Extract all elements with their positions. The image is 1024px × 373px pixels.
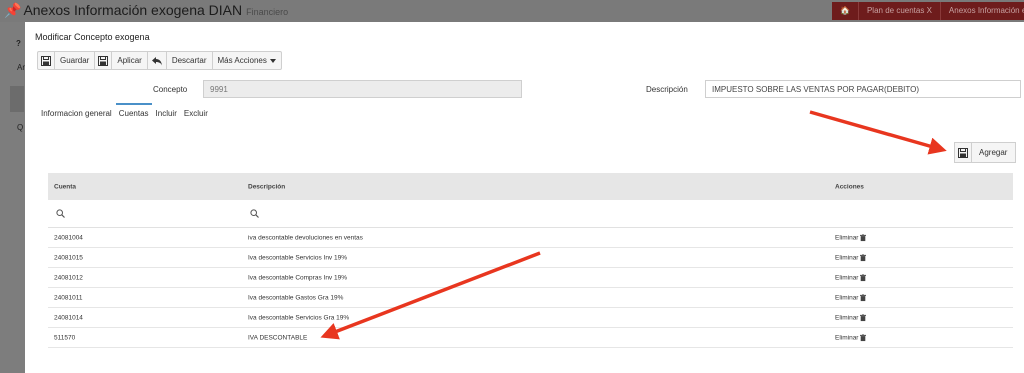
toolbar: Guardar Aplicar Descartar Más Acciones [37, 51, 282, 70]
delete-button[interactable]: Eliminar [835, 333, 867, 342]
modal-title: Modificar Concepto exogena [35, 32, 150, 42]
breadcrumb: 🏠 Plan de cuentas X Anexos Información e… [832, 2, 1024, 20]
search-icon[interactable] [250, 209, 259, 218]
side-block [10, 86, 24, 112]
add-button-label: Agregar [979, 148, 1008, 157]
trash-icon [860, 253, 867, 261]
undo-icon [151, 56, 162, 65]
concepto-label: Concepto [153, 85, 188, 94]
floppy-icon [955, 143, 972, 162]
delete-label: Eliminar [835, 254, 859, 262]
tab-excluir[interactable]: Excluir [184, 109, 208, 118]
modal-dialog: Modificar Concepto exogena Guardar Aplic… [25, 22, 1024, 373]
discard-button[interactable]: Descartar [167, 52, 213, 69]
search-icon[interactable] [56, 209, 65, 218]
app-header: 📌 Anexos Información exogena DIAN Financie… [0, 0, 1024, 22]
table-row[interactable]: 24081014 Iva descontable Servicios Gra 19… [48, 308, 1013, 328]
delete-button[interactable]: Eliminar [835, 313, 867, 322]
header-descripcion[interactable]: Descripción [248, 183, 285, 190]
descripcion-field[interactable]: IMPUESTO SOBRE LAS VENTAS POR PAGAR(DEBI… [705, 80, 1021, 98]
caret-down-icon [269, 58, 276, 63]
search-icon: Q [17, 123, 24, 132]
save-icon-button[interactable] [38, 52, 55, 69]
help-icon: ? [16, 39, 21, 48]
cell-cuenta: 24081004 [54, 234, 83, 241]
cell-descripcion: IVA DESCONTABLE [248, 334, 308, 341]
concepto-field[interactable]: 9991 [203, 80, 522, 98]
floppy-icon [41, 55, 51, 66]
undo-icon-button[interactable] [148, 52, 167, 69]
delete-label: Eliminar [835, 234, 859, 242]
background-sidebar: ? An Q [0, 22, 27, 373]
floppy-icon [98, 55, 109, 66]
table-row[interactable]: 511570 IVA DESCONTABLE Eliminar [48, 328, 1013, 348]
add-button[interactable]: Agregar [954, 142, 1017, 163]
delete-label: Eliminar [835, 294, 859, 302]
tab-cuentas[interactable]: Cuentas [115, 103, 152, 118]
cell-descripcion: iva descontable devoluciones en ventas [248, 234, 363, 241]
cell-descripcion: Iva descontable Servicios Inv 19% [248, 254, 347, 261]
trash-icon [860, 233, 867, 241]
apply-icon-button[interactable] [95, 52, 113, 69]
tab-informacion-general[interactable]: Informacion general [41, 109, 112, 118]
tabs: Informacion general Cuentas Incluir Excl… [41, 103, 215, 118]
cell-descripcion: Iva descontable Compras Inv 19% [248, 274, 347, 281]
table-row[interactable]: 24081012 Iva descontable Compras Inv 19% E… [48, 268, 1013, 288]
apply-button[interactable]: Aplicar [112, 52, 148, 69]
breadcrumb-plan-cuentas[interactable]: Plan de cuentas X [858, 2, 941, 20]
accounts-table: Cuenta Descripción Acciones 24081004 iva … [48, 173, 1013, 348]
trash-icon [860, 333, 867, 341]
delete-button[interactable]: Eliminar [835, 293, 867, 302]
delete-button[interactable]: Eliminar [835, 253, 867, 262]
descripcion-label: Descripción [646, 85, 688, 94]
trash-icon [860, 273, 867, 281]
filter-row [48, 200, 1013, 228]
delete-label: Eliminar [835, 334, 859, 342]
table-row[interactable]: 24081015 Iva descontable Servicios Inv 19… [48, 248, 1013, 268]
cell-descripcion: Iva descontable Servicios Gra 19% [248, 314, 350, 321]
header-acciones: Acciones [835, 183, 864, 190]
cell-cuenta: 24081012 [54, 274, 83, 281]
cell-cuenta: 24081014 [54, 314, 83, 321]
app-subtitle: Financiero [246, 7, 289, 17]
delete-button[interactable]: Eliminar [835, 273, 867, 282]
cell-cuenta: 24081015 [54, 254, 83, 261]
breadcrumb-anexos[interactable]: Anexos Información exogena [940, 2, 1024, 20]
table-header: Cuenta Descripción Acciones [48, 173, 1013, 200]
cell-descripcion: Iva descontable Gastos Gra 19% [248, 294, 344, 301]
more-actions-button[interactable]: Más Acciones [213, 52, 281, 69]
pin-icon: 📌 [4, 2, 22, 18]
table-body: 24081004 iva descontable devoluciones en … [48, 228, 1013, 348]
table-row[interactable]: 24081011 Iva descontable Gastos Gra 19% El… [48, 288, 1013, 308]
trash-icon [860, 313, 867, 321]
app-title: 📌 Anexos Información exogena DIAN Financie… [4, 2, 289, 18]
header-cuenta[interactable]: Cuenta [54, 183, 76, 190]
delete-label: Eliminar [835, 314, 859, 322]
more-actions-label: Más Acciones [217, 56, 267, 65]
delete-label: Eliminar [835, 274, 859, 282]
breadcrumb-home-icon[interactable]: 🏠 [832, 2, 859, 20]
delete-button[interactable]: Eliminar [835, 233, 867, 242]
save-button[interactable]: Guardar [55, 52, 96, 69]
tab-incluir[interactable]: Incluir [156, 109, 177, 118]
table-row[interactable]: 24081004 iva descontable devoluciones en … [48, 228, 1013, 248]
trash-icon [860, 293, 867, 301]
cell-cuenta: 24081011 [54, 294, 83, 301]
cell-cuenta: 511570 [54, 334, 76, 341]
